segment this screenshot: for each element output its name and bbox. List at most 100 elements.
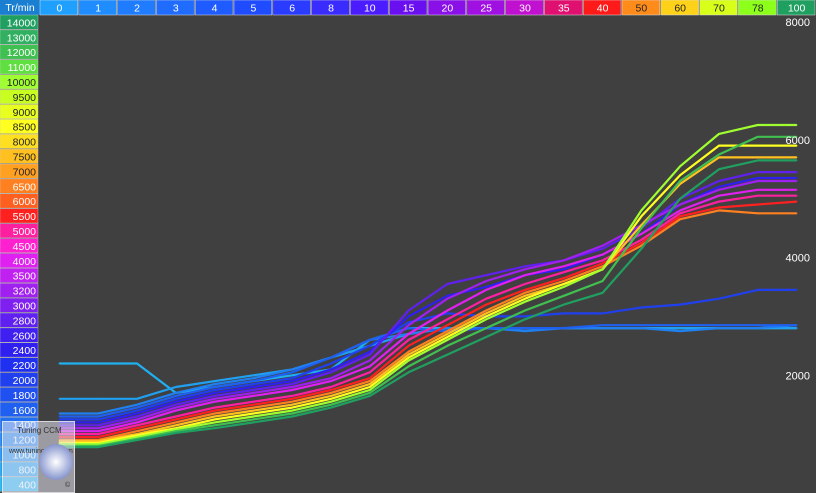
data-point-2800-3: [175, 403, 177, 406]
data-point-2800-70: [718, 180, 720, 182]
data-point-2000-1: [97, 418, 99, 421]
data-point-4000-1: [97, 430, 99, 432]
data-point-7000-30: [524, 292, 526, 294]
throttle-label-5: 5: [250, 3, 256, 15]
data-point-12000-78: [757, 136, 759, 138]
data-point-1200-0: [58, 412, 61, 415]
data-point-2800-8: [330, 371, 332, 374]
data-point-1600-6: [291, 371, 294, 374]
data-point-14000-5: [252, 421, 255, 424]
data-point-7000-78: [757, 212, 759, 215]
rpm-label-3000: 3000: [13, 301, 37, 313]
watermark-title: Tuning CCM: [17, 426, 62, 435]
data-point-5000-35: [563, 271, 565, 274]
data-point-2400-5: [252, 386, 255, 388]
y-tick-2000: 2000: [786, 370, 810, 382]
data-point-7000-2: [136, 430, 138, 432]
data-point-7000-60: [679, 218, 681, 221]
data-point-7000-35: [563, 280, 565, 282]
data-point-1600-78: [757, 324, 759, 327]
data-point-9000-10: [369, 386, 371, 388]
data-point-12000-8: [330, 403, 332, 406]
data-point-8000-70: [718, 156, 720, 159]
data-point-7000-20: [446, 330, 449, 332]
data-point-12000-10: [369, 392, 371, 394]
data-point-3200-70: [718, 188, 720, 191]
data-point-2400-4: [213, 392, 216, 394]
data-point-5000-3: [175, 415, 177, 418]
data-point-10000-6: [291, 409, 294, 412]
rpm-label-1600: 1600: [13, 405, 37, 417]
data-point-2800-10: [369, 353, 371, 356]
data-point-6000-50: [640, 241, 643, 244]
data-point-2400-6: [291, 380, 294, 382]
data-point-1600-15: [407, 327, 410, 329]
rpm-label-7500: 7500: [13, 152, 37, 164]
data-point-2000-0: [58, 418, 61, 421]
throttle-label-10: 10: [364, 3, 376, 15]
data-point-2400-10: [369, 350, 371, 353]
throttle-label-2: 2: [134, 3, 140, 15]
data-point-7000-25: [485, 309, 488, 312]
data-point-10000-4: [213, 421, 216, 424]
data-point-400-2: [136, 362, 138, 365]
data-point-1200-70: [718, 327, 720, 329]
data-point-3200-30: [524, 268, 526, 271]
rpm-label-7000: 7000: [13, 166, 37, 178]
data-point-5000-40: [601, 259, 604, 262]
throttle-label-70: 70: [713, 3, 725, 15]
throttle-label-100: 100: [788, 3, 806, 15]
chart: Tr/min 0 1 2 3 4 5 6 8 10 15 20 25 30 35 40 50 60 70 78 100 …: [0, 0, 816, 492]
data-point-4000-60: [679, 209, 681, 212]
throttle-label-8: 8: [328, 3, 334, 15]
data-point-1600-100: [795, 324, 798, 327]
data-point-2000-4: [213, 389, 216, 391]
data-point-3200-8: [330, 377, 332, 379]
data-point-1600-2: [136, 406, 138, 409]
data-point-10000-30: [524, 300, 526, 303]
data-point-2000-15: [407, 321, 410, 324]
data-point-9000-6: [291, 406, 294, 409]
data-point-800-3: [175, 386, 177, 388]
data-point-14000-70: [718, 168, 720, 170]
data-point-4000-5: [252, 395, 255, 397]
data-point-2400-15: [407, 315, 410, 318]
data-point-2000-40: [601, 312, 604, 315]
series-line-400: [59, 327, 797, 394]
data-point-5000-50: [640, 239, 643, 241]
data-point-1600-4: [213, 386, 216, 388]
rpm-label-8000: 8000: [13, 137, 37, 149]
data-point-1600-3: [175, 395, 177, 397]
y-tick-8000: 8000: [786, 17, 810, 29]
data-point-3200-35: [563, 259, 565, 262]
data-point-1600-60: [679, 324, 681, 327]
data-point-400-1: [97, 362, 99, 365]
data-point-9000-35: [563, 283, 565, 285]
data-point-10000-35: [563, 286, 565, 288]
data-point-6000-100: [795, 200, 798, 203]
data-point-1600-8: [330, 356, 332, 359]
data-point-4000-25: [485, 289, 488, 291]
data-point-5000-20: [446, 318, 449, 321]
data-point-14000-4: [213, 427, 216, 430]
series-line-6000: [59, 200, 797, 439]
data-point-1200-3: [175, 392, 177, 394]
data-point-12000-40: [601, 280, 604, 282]
data-point-5000-5: [252, 400, 255, 403]
data-point-2800-40: [601, 247, 604, 250]
data-point-7000-10: [369, 380, 371, 382]
data-point-5000-15: [407, 339, 410, 341]
data-point-9000-2: [136, 434, 138, 437]
rpm-label-1800: 1800: [13, 390, 37, 402]
data-point-4000-50: [640, 233, 643, 235]
data-point-5000-4: [213, 406, 216, 409]
data-point-7000-5: [252, 406, 255, 409]
rpm-label-13000: 13000: [7, 32, 36, 44]
throttle-label-25: 25: [480, 3, 492, 15]
data-point-10000-100: [795, 124, 798, 126]
data-point-1600-1: [97, 415, 99, 418]
data-point-2800-100: [795, 171, 798, 173]
rpm-label-14000: 14000: [7, 17, 36, 29]
data-point-6000-30: [524, 289, 526, 291]
data-point-6000-1: [97, 436, 99, 438]
